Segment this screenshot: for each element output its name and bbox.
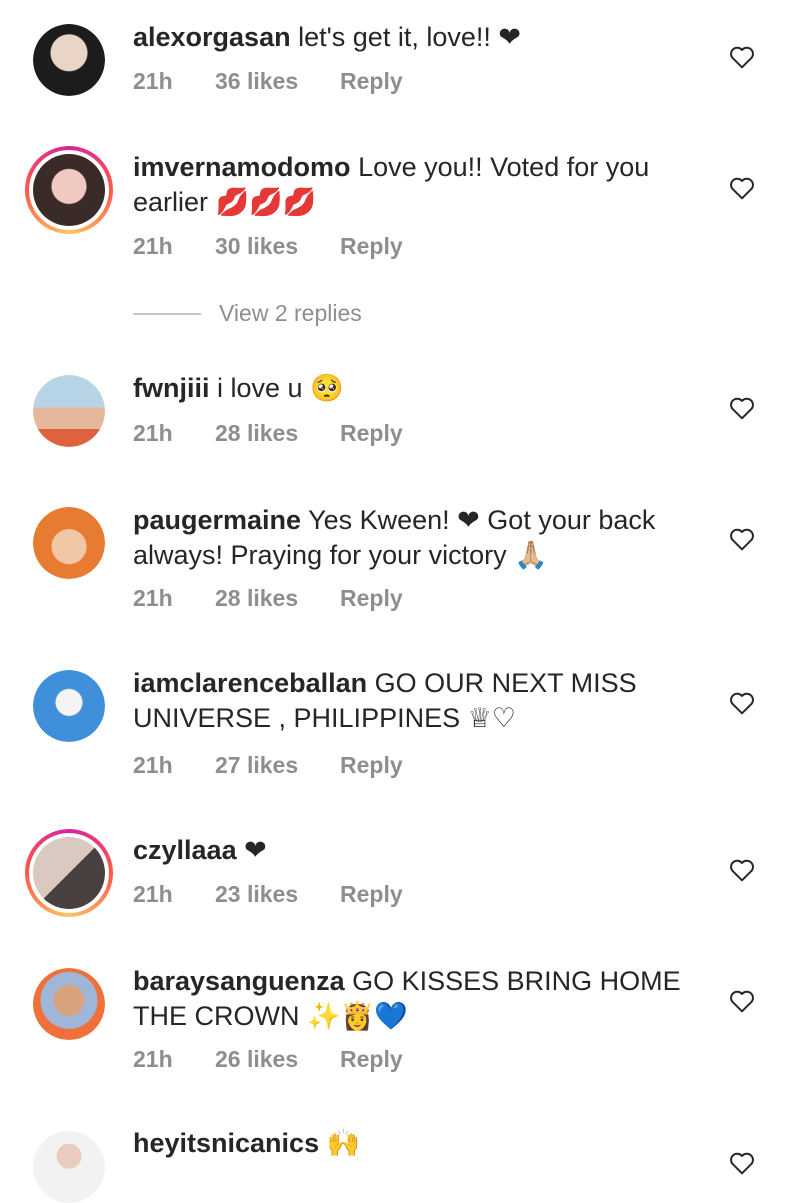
comment-likes[interactable]: 30 likes [215, 233, 340, 260]
heart-outline-icon[interactable] [729, 691, 755, 715]
reply-button[interactable]: Reply [340, 68, 403, 95]
avatar[interactable] [25, 829, 113, 917]
avatar[interactable] [33, 24, 105, 96]
comment-body: let's get it, love!! ❤ [298, 22, 521, 52]
comment-username[interactable]: heyitsnicanics [133, 1128, 319, 1158]
comment-text: iamclarenceballan GO OUR NEXT MISS UNIVE… [133, 666, 703, 736]
comment-likes[interactable]: 27 likes [215, 752, 340, 779]
comment-username[interactable]: czyllaaa [133, 835, 237, 865]
comment-body: ❤ [244, 835, 267, 865]
comment-meta: 21h 27 likes Reply [133, 752, 403, 779]
comment-username[interactable]: alexorgasan [133, 22, 291, 52]
comment-likes[interactable]: 36 likes [215, 68, 340, 95]
reply-button[interactable]: Reply [340, 233, 403, 260]
comment-text: imvernamodomo Love you!! Voted for you e… [133, 150, 703, 220]
comment-username[interactable]: fwnjiii [133, 373, 210, 403]
heart-outline-icon[interactable] [729, 858, 755, 882]
reply-button[interactable]: Reply [340, 1046, 403, 1073]
avatar[interactable] [33, 968, 105, 1040]
reply-button[interactable]: Reply [340, 585, 403, 612]
comment-time: 21h [133, 68, 173, 94]
comment-meta: 21h 23 likes Reply [133, 881, 403, 908]
heart-outline-icon[interactable] [729, 176, 755, 200]
avatar[interactable] [33, 375, 105, 447]
comment-body: 🙌 [326, 1128, 361, 1158]
heart-outline-icon[interactable] [729, 989, 755, 1013]
heart-outline-icon[interactable] [729, 1151, 755, 1175]
comment-meta: 21h 28 likes Reply [133, 420, 403, 447]
comment-meta: 21h 30 likes Reply [133, 233, 403, 260]
avatar[interactable] [33, 1131, 105, 1203]
comment-meta: 21h 36 likes Reply [133, 68, 403, 95]
heart-outline-icon[interactable] [729, 45, 755, 69]
comment-likes[interactable]: 28 likes [215, 420, 340, 447]
avatar[interactable] [33, 507, 105, 579]
comment-text: alexorgasan let's get it, love!! ❤ [133, 20, 703, 55]
reply-button[interactable]: Reply [340, 881, 403, 908]
view-replies-divider [133, 313, 201, 315]
comment-text: czyllaaa ❤ [133, 833, 703, 868]
comment-likes[interactable]: 23 likes [215, 881, 340, 908]
comment-text: baraysanguenza GO KISSES BRING HOME THE … [133, 964, 703, 1034]
comment-meta: 21h 26 likes Reply [133, 1046, 403, 1073]
comment-time: 21h [133, 585, 173, 611]
comment-text: heyitsnicanics 🙌 [133, 1126, 703, 1161]
comment-username[interactable]: paugermaine [133, 505, 301, 535]
heart-outline-icon[interactable] [729, 396, 755, 420]
reply-button[interactable]: Reply [340, 752, 403, 779]
reply-button[interactable]: Reply [340, 420, 403, 447]
comment-meta: 21h 28 likes Reply [133, 585, 403, 612]
comment-time: 21h [133, 881, 173, 907]
view-replies-link[interactable]: View 2 replies [219, 300, 362, 327]
comment-username[interactable]: imvernamodomo [133, 152, 351, 182]
comment-username[interactable]: baraysanguenza [133, 966, 345, 996]
comment-body: i love u 🥺 [217, 373, 344, 403]
avatar[interactable] [25, 146, 113, 234]
comment-time: 21h [133, 1046, 173, 1072]
avatar[interactable] [33, 670, 105, 742]
comment-text: fwnjiii i love u 🥺 [133, 371, 703, 406]
heart-outline-icon[interactable] [729, 527, 755, 551]
comment-username[interactable]: iamclarenceballan [133, 668, 367, 698]
comment-time: 21h [133, 233, 173, 259]
comment-likes[interactable]: 26 likes [215, 1046, 340, 1073]
comment-time: 21h [133, 752, 173, 778]
comment-time: 21h [133, 420, 173, 446]
comment-text: paugermaine Yes Kween! ❤ Got your back a… [133, 503, 703, 573]
comment-likes[interactable]: 28 likes [215, 585, 340, 612]
